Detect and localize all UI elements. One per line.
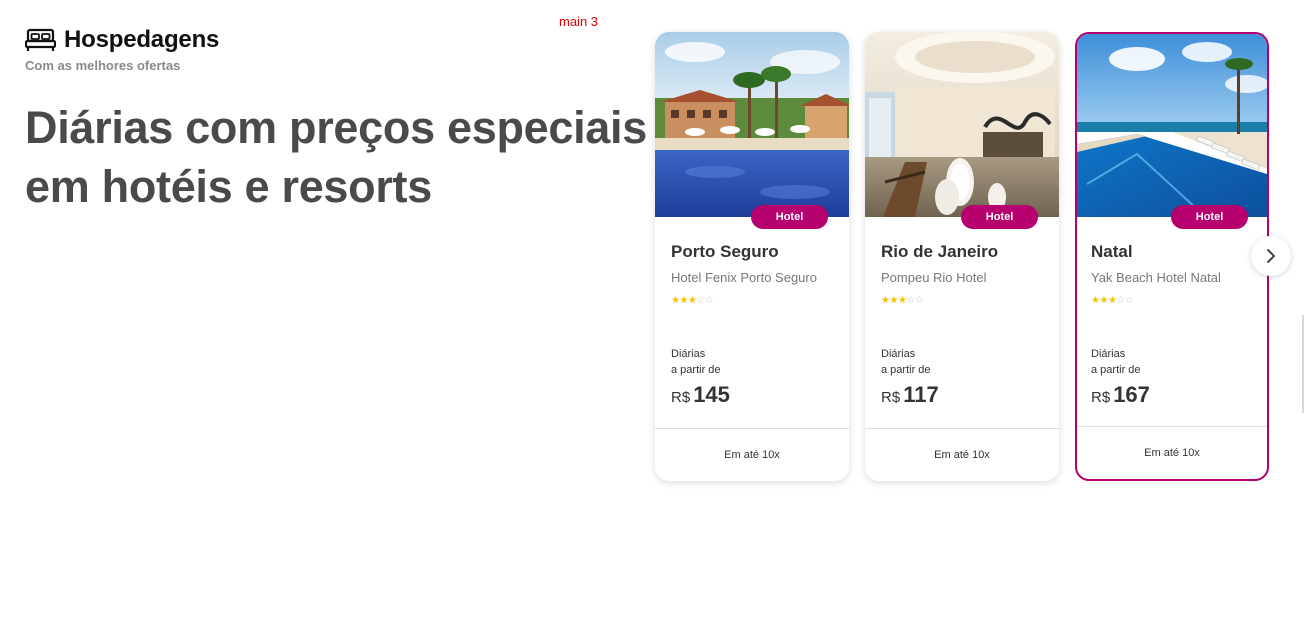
price-caption-line-2: a partir de — [671, 364, 721, 376]
star-rating: ★★★☆☆ — [1091, 295, 1253, 306]
debug-label: main 3 — [559, 14, 599, 29]
card-hotel-name: Hotel Fenix Porto Seguro — [671, 270, 817, 285]
star-empty-icon: ☆ — [704, 295, 714, 306]
star-empty-icon: ☆ — [914, 295, 924, 306]
star-rating: ★★★☆☆ — [881, 295, 1043, 306]
card-hotel-name: Yak Beach Hotel Natal — [1091, 270, 1221, 285]
star-empty-icon: ☆ — [1124, 295, 1134, 306]
hotel-badge: Hotel — [751, 205, 828, 229]
price-caption-line-2: a partir de — [1091, 364, 1141, 376]
price-caption: Diárias a partir de — [1091, 346, 1141, 378]
installments-info: Em até 10x — [1077, 426, 1267, 479]
price-value: 117 — [903, 382, 939, 407]
price-caption-line-1: Diárias — [881, 348, 916, 360]
price-caption: Diárias a partir de — [881, 346, 931, 378]
hotel-image — [655, 32, 849, 217]
card-city: Natal — [1091, 242, 1133, 261]
headline-line-2: em hotéis e resorts — [25, 161, 432, 212]
hotel-badge: Hotel — [1171, 205, 1248, 229]
price-value: 145 — [693, 382, 730, 407]
price-row: R$ 167 — [1091, 382, 1150, 408]
headline: Diárias com preços especiais em hotéis e… — [25, 98, 665, 216]
section-title-row: Hospedagens — [24, 26, 220, 54]
card-hotel-name: Pompeu Rio Hotel — [881, 270, 987, 285]
installments-info: Em até 10x — [865, 428, 1059, 481]
star-empty-icon: ☆ — [1116, 295, 1125, 306]
star-rating: ★★★☆☆ — [671, 295, 833, 306]
star-full-icon: ★ — [1099, 295, 1108, 306]
price-value: 167 — [1113, 382, 1150, 407]
star-empty-icon: ☆ — [906, 295, 915, 306]
star-full-icon: ★ — [889, 295, 898, 306]
star-empty-icon: ☆ — [696, 295, 705, 306]
price-row: R$ 145 — [671, 382, 730, 408]
hotel-card-natal[interactable]: Hotel Natal Yak Beach Hotel Natal ★★★☆☆ … — [1075, 32, 1269, 481]
price-currency: R$ — [881, 389, 901, 406]
bed-icon — [24, 28, 57, 52]
section-subtitle: Com as melhores ofertas — [25, 58, 181, 73]
price-currency: R$ — [1091, 389, 1111, 406]
card-city: Porto Seguro — [671, 242, 779, 261]
star-full-icon: ★ — [679, 295, 688, 306]
carousel-next-button[interactable] — [1251, 236, 1291, 276]
hotel-image — [865, 32, 1059, 217]
headline-line-1: Diárias com preços especiais — [25, 102, 647, 153]
hotel-card-rio-de-janeiro[interactable]: Hotel Rio de Janeiro Pompeu Rio Hotel ★★… — [865, 32, 1059, 481]
hotel-carousel: Hotel Porto Seguro Hotel Fenix Porto Seg… — [655, 32, 1269, 481]
chevron-right-icon — [1267, 249, 1275, 263]
section-title: Hospedagens — [64, 26, 220, 53]
price-caption-line-1: Diárias — [1091, 348, 1126, 360]
price-currency: R$ — [671, 389, 691, 406]
section-header: Hospedagens Com as melhores ofertas — [24, 26, 220, 73]
hotel-badge: Hotel — [961, 205, 1038, 229]
installments-info: Em até 10x — [655, 428, 849, 481]
price-row: R$ 117 — [881, 382, 939, 408]
card-city: Rio de Janeiro — [881, 242, 999, 261]
price-caption-line-2: a partir de — [881, 364, 931, 376]
price-caption-line-1: Diárias — [671, 348, 706, 360]
hotel-card-porto-seguro[interactable]: Hotel Porto Seguro Hotel Fenix Porto Seg… — [655, 32, 849, 481]
hotel-image — [1077, 34, 1267, 217]
price-caption: Diárias a partir de — [671, 346, 721, 378]
